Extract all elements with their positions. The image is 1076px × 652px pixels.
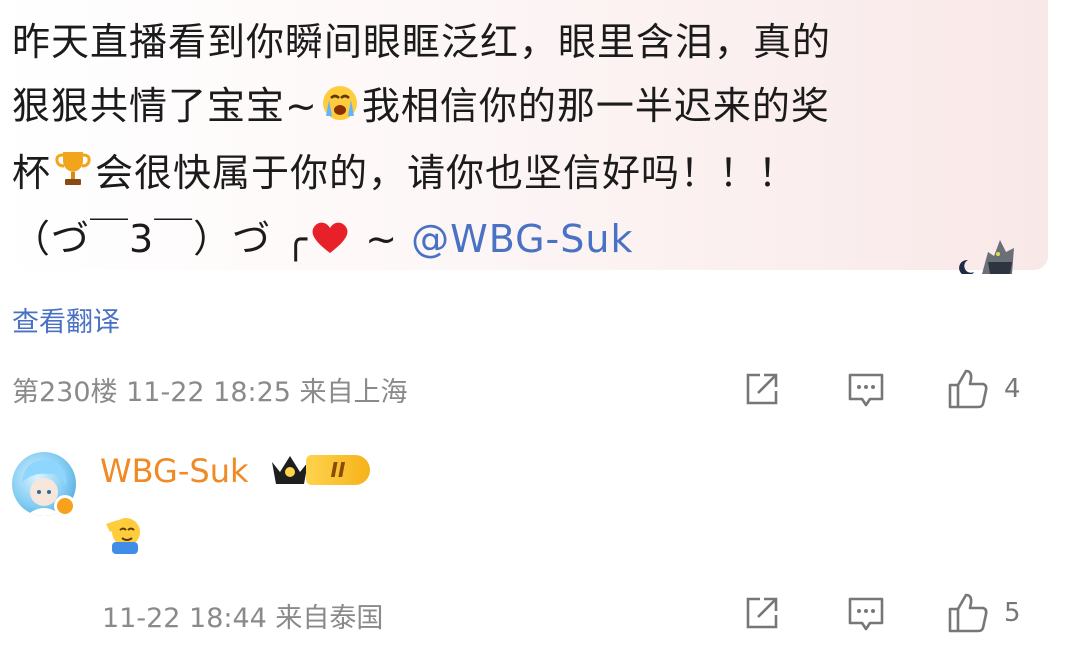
salute-face-icon <box>104 512 144 560</box>
comment-line-3: 杯 会很快属于你的，请你也坚信好吗！！！ <box>12 141 1022 208</box>
reply-actions: 5 <box>742 590 1042 636</box>
bubble-decoration-icon <box>958 222 1024 276</box>
reply-like-button[interactable]: 5 <box>946 590 1021 636</box>
share-icon <box>742 369 782 409</box>
comment-meta: 第230楼 11-22 18:25 来自上海 <box>12 377 408 408</box>
verified-badge-icon <box>54 495 76 517</box>
level-badge: II <box>306 455 370 485</box>
comment-icon <box>846 593 886 633</box>
heart-icon <box>310 210 350 274</box>
comment-text: 昨天直播看到你瞬间眼眶泛红，眼里含泪，真的 狠狠共情了宝宝~ 我相信你的那一半迟… <box>12 10 1022 274</box>
thumbs-up-icon <box>946 591 990 635</box>
comment-actions: 4 <box>742 366 1042 412</box>
comment-line-1: 昨天直播看到你瞬间眼眶泛红，眼里含泪，真的 <box>12 20 832 64</box>
mention-link[interactable]: @WBG-Suk <box>411 217 633 261</box>
trophy-icon <box>53 143 93 207</box>
crying-face-icon <box>320 77 360 141</box>
reply-share-button[interactable] <box>742 590 782 636</box>
comment-line-2: 狠狠共情了宝宝~ 我相信你的那一半迟来的奖 <box>12 74 1022 141</box>
reply-like-count: 5 <box>1004 598 1021 628</box>
like-count: 4 <box>1004 374 1021 404</box>
comment-bubble: 昨天直播看到你瞬间眼眶泛红，眼里含泪，真的 狠狠共情了宝宝~ 我相信你的那一半迟… <box>0 0 1048 276</box>
share-button[interactable] <box>742 366 782 412</box>
reply-meta: 11-22 18:44 来自泰国 <box>102 603 384 634</box>
reply-author-name[interactable]: WBG-Suk <box>100 452 249 490</box>
comment-icon <box>846 369 886 409</box>
view-translation-link[interactable]: 查看翻译 <box>12 300 120 339</box>
reply-button[interactable] <box>846 366 886 412</box>
like-button[interactable]: 4 <box>946 366 1021 412</box>
thumbs-up-icon <box>946 367 990 411</box>
share-icon <box>742 593 782 633</box>
reply-comment-button[interactable] <box>846 590 886 636</box>
comment-line-4: （づ￣3￣）づ ╭ ~ @WBG-Suk <box>12 207 1022 274</box>
